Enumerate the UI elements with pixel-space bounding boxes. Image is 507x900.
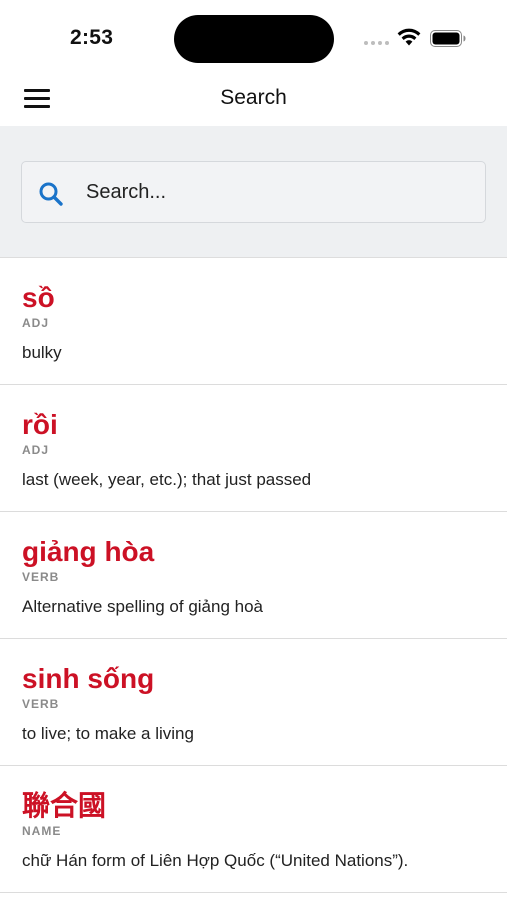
status-time: 2:53	[70, 26, 114, 49]
result-headword: rồi	[22, 409, 58, 440]
dynamic-island	[174, 15, 334, 63]
result-item[interactable]: sồ ADJ bulky	[0, 258, 507, 385]
result-definition: to live; to make a living	[22, 724, 194, 743]
search-input[interactable]	[86, 180, 466, 204]
search-area	[0, 126, 507, 258]
result-headword: sồ	[22, 282, 55, 313]
result-headword: sinh sống	[22, 663, 155, 694]
search-box[interactable]	[21, 161, 486, 223]
result-headword: giảng hòa	[22, 536, 155, 567]
cellular-signal-icon	[364, 41, 389, 45]
page-title: Search	[220, 86, 287, 109]
result-definition: Alternative spelling of giảng hoà	[22, 597, 263, 616]
result-headword: 聯合國	[22, 790, 107, 821]
result-part-of-speech: ADJ	[22, 443, 50, 457]
result-item[interactable]: giảng hòa VERB Alternative spelling of g…	[0, 512, 507, 639]
search-icon	[39, 182, 63, 206]
result-item[interactable]: 聯合國 NAME chữ Hán form of Liên Hợp Quốc (…	[0, 766, 507, 893]
result-part-of-speech: VERB	[22, 697, 60, 711]
result-definition: chữ Hán form of Liên Hợp Quốc (“United N…	[22, 851, 409, 870]
result-part-of-speech: VERB	[22, 570, 60, 584]
result-item[interactable]: rồi ADJ last (week, year, etc.); that ju…	[0, 385, 507, 512]
result-definition: last (week, year, etc.); that just passe…	[22, 470, 312, 489]
result-part-of-speech: NAME	[22, 824, 62, 838]
result-definition: bulky	[22, 343, 62, 362]
result-part-of-speech: ADJ	[22, 316, 50, 330]
results-list: sồ ADJ bulky rồi ADJ last (week, year, e…	[0, 258, 507, 893]
wifi-icon	[397, 28, 421, 46]
battery-icon	[430, 30, 466, 47]
status-bar: 2:53	[0, 0, 507, 74]
result-item[interactable]: sinh sống VERB to live; to make a living	[0, 639, 507, 766]
nav-bar: Search	[0, 74, 507, 126]
